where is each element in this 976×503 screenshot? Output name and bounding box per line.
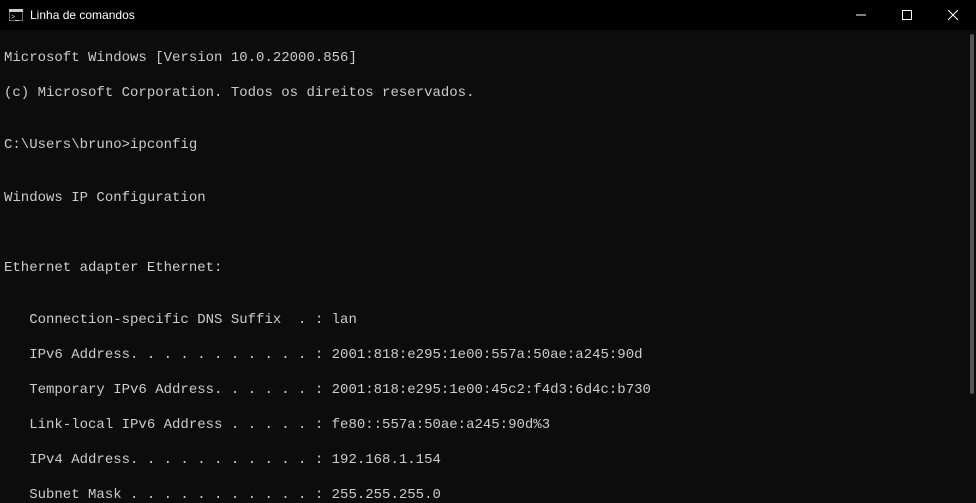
output-line: Link-local IPv6 Address . . . . . : fe80…: [4, 417, 972, 435]
titlebar-controls: [838, 0, 976, 30]
output-line: Windows IP Configuration: [4, 190, 972, 208]
close-button[interactable]: [930, 0, 976, 30]
output-line: (c) Microsoft Corporation. Todos os dire…: [4, 85, 972, 103]
titlebar-left: >_ Linha de comandos: [8, 7, 135, 23]
output-line: Microsoft Windows [Version 10.0.22000.85…: [4, 50, 972, 68]
scrollbar-thumb[interactable]: [970, 34, 974, 394]
output-line: IPv4 Address. . . . . . . . . . . : 192.…: [4, 452, 972, 470]
prompt-line: C:\Users\bruno>ipconfig: [4, 137, 972, 155]
svg-text:>_: >_: [11, 14, 19, 21]
window-titlebar: >_ Linha de comandos: [0, 0, 976, 30]
minimize-button[interactable]: [838, 0, 884, 30]
cmd-icon: >_: [8, 7, 24, 23]
output-line: Subnet Mask . . . . . . . . . . . : 255.…: [4, 487, 972, 503]
window-title: Linha de comandos: [30, 8, 135, 22]
output-line: Connection-specific DNS Suffix . : lan: [4, 312, 972, 330]
terminal-output[interactable]: Microsoft Windows [Version 10.0.22000.85…: [0, 30, 976, 503]
maximize-button[interactable]: [884, 0, 930, 30]
adapter-header: Ethernet adapter Ethernet:: [4, 260, 972, 278]
output-line: Temporary IPv6 Address. . . . . . : 2001…: [4, 382, 972, 400]
output-line: IPv6 Address. . . . . . . . . . . : 2001…: [4, 347, 972, 365]
